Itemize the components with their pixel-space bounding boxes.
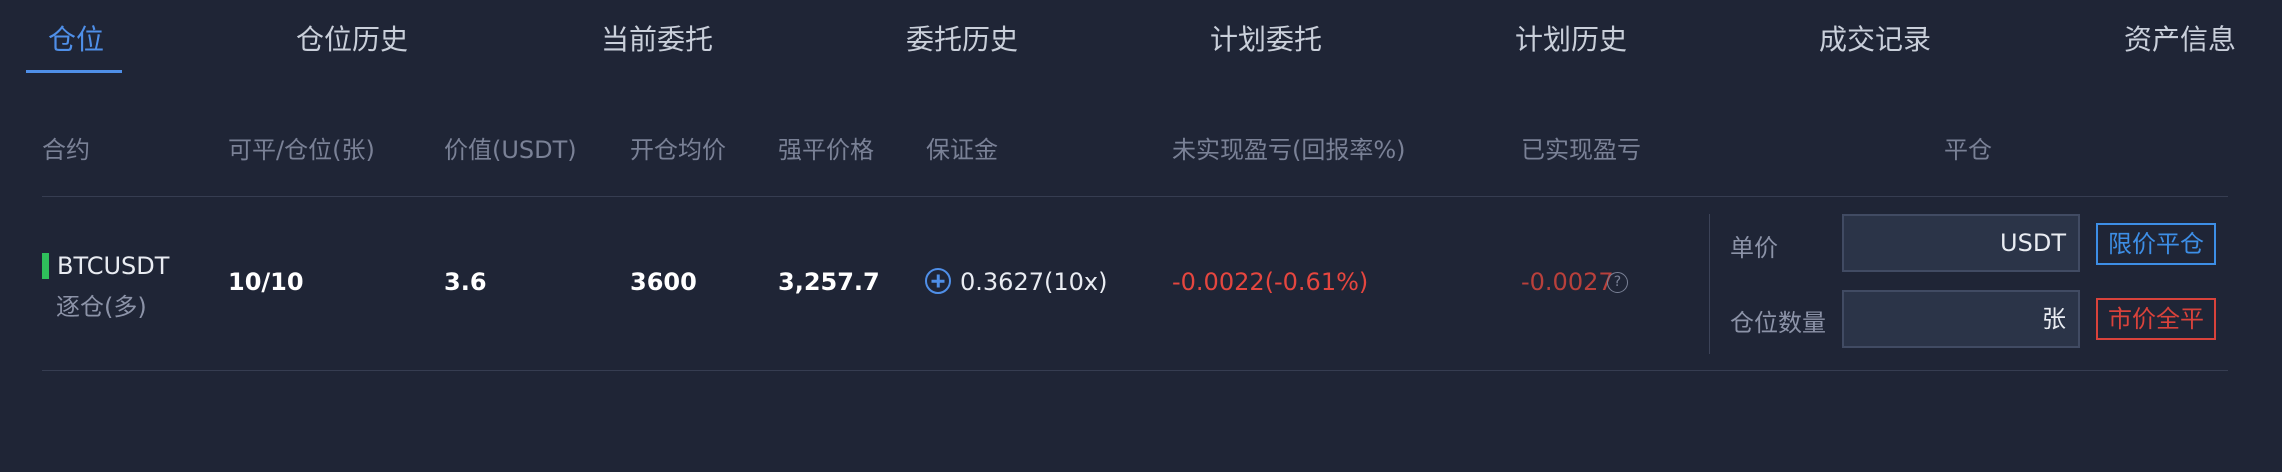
tab-plan-history[interactable]: 计划历史 <box>1515 18 1627 58</box>
position-tabs: 仓位 仓位历史 当前委托 委托历史 计划委托 计划历史 成交记录 资产信息 <box>0 0 2282 78</box>
unrealized-pnl: -0.0022(-0.61%) <box>1172 268 1369 296</box>
closable-size: 10/10 <box>228 268 304 296</box>
limit-close-button[interactable]: 限价平仓 <box>2096 223 2216 265</box>
liquidation-price: 3,257.7 <box>778 268 880 296</box>
table-header: 合约 可平/仓位(张) 价值(USDT) 开仓均价 强平价格 保证金 未实现盈亏… <box>0 130 2282 170</box>
active-tab-indicator <box>26 70 122 73</box>
quantity-label: 仓位数量 <box>1730 309 1826 337</box>
quantity-unit: 张 <box>2042 305 2066 333</box>
tab-plan-orders[interactable]: 计划委托 <box>1210 18 1322 58</box>
tab-open-orders[interactable]: 当前委托 <box>601 18 713 58</box>
header-unrealized-pnl: 未实现盈亏(回报率%) <box>1172 136 1406 164</box>
realized-pnl: -0.0027 <box>1521 268 1614 296</box>
price-unit: USDT <box>2000 229 2066 257</box>
tab-trade-records[interactable]: 成交记录 <box>1819 18 1931 58</box>
price-label: 单价 <box>1730 234 1778 262</box>
help-icon[interactable]: ? <box>1607 272 1628 293</box>
tab-order-history[interactable]: 委托历史 <box>906 18 1018 58</box>
position-value: 3.6 <box>444 268 487 296</box>
market-close-all-button[interactable]: 市价全平 <box>2096 298 2216 340</box>
header-margin: 保证金 <box>926 136 998 164</box>
header-avg-price: 开仓均价 <box>630 136 726 164</box>
tab-asset-info[interactable]: 资产信息 <box>2124 18 2236 58</box>
contract-symbol: BTCUSDT <box>57 252 170 280</box>
close-section-divider <box>1709 214 1710 354</box>
tab-positions[interactable]: 仓位 <box>48 18 104 58</box>
row-divider <box>42 370 2228 371</box>
header-divider <box>42 196 2228 197</box>
header-liq-price: 强平价格 <box>778 136 874 164</box>
margin-value: 0.3627(10x) <box>960 268 1108 296</box>
header-closable: 可平/仓位(张) <box>228 136 375 164</box>
long-indicator <box>42 253 49 279</box>
header-contract: 合约 <box>42 136 90 164</box>
add-margin-icon[interactable] <box>925 268 951 294</box>
header-close: 平仓 <box>1944 136 1992 164</box>
margin-mode: 逐仓(多) <box>56 293 147 321</box>
avg-open-price: 3600 <box>630 268 697 296</box>
close-price-input[interactable]: USDT <box>1842 214 2080 272</box>
tab-position-history[interactable]: 仓位历史 <box>296 18 408 58</box>
header-value: 价值(USDT) <box>444 136 577 164</box>
close-quantity-input[interactable]: 张 <box>1842 290 2080 348</box>
header-realized-pnl: 已实现盈亏 <box>1521 136 1641 164</box>
